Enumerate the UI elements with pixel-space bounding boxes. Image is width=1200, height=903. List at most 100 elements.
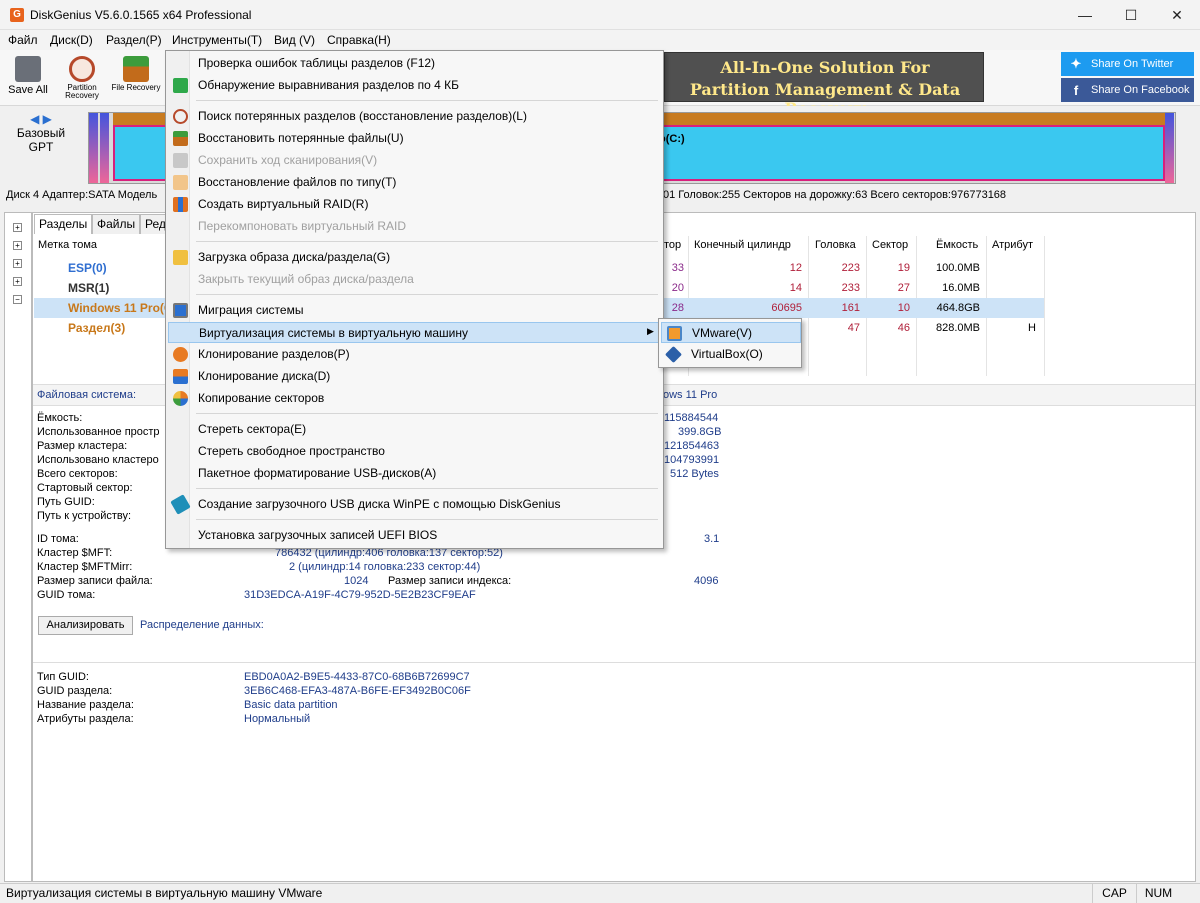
tree-expand-icon[interactable]: +	[13, 223, 22, 232]
submenu-arrow-icon: ▶	[647, 326, 654, 336]
row-head: 223	[841, 262, 860, 274]
row-name: ESP(0)	[68, 261, 107, 275]
facebook-icon: f	[1073, 82, 1079, 98]
menu-item-clone-disk[interactable]: Клонирование диска(D)	[168, 366, 661, 387]
menu-disk[interactable]: Диск(D)	[50, 33, 93, 47]
esp-bar[interactable]	[89, 113, 98, 183]
recovery-bar[interactable]	[1165, 113, 1174, 183]
col-label[interactable]: Метка тома	[38, 239, 97, 251]
menu-item-restore-files[interactable]: Восстановить потерянные файлы(U)	[168, 128, 661, 149]
disk-tree[interactable]: + + + + −	[4, 212, 32, 882]
part-guid-value: 3EB6C468-EFA3-487A-B6FE-EF3492B0C06F	[244, 685, 471, 697]
title-bar: G DiskGenius V5.6.0.1565 x64 Professiona…	[0, 0, 1200, 30]
menu-item-4k-alignment[interactable]: Обнаружение выравнивания разделов по 4 К…	[168, 75, 661, 96]
type-guid-label: Тип GUID:	[37, 671, 89, 683]
maximize-button[interactable]: ☐	[1108, 0, 1154, 30]
menu-item-virtualize-system[interactable]: Виртуализация системы в виртуальную маши…	[168, 322, 661, 343]
status-cap: CAP	[1092, 884, 1136, 903]
index-size-label: Размер записи индекса:	[388, 575, 512, 587]
magnifier-icon	[69, 56, 95, 82]
file-recovery-label: File Recovery	[111, 83, 161, 92]
tab-files[interactable]: Файлы	[92, 214, 141, 234]
menu-item-erase-free-space[interactable]: Стереть свободное пространство	[168, 441, 661, 462]
disk-type-line2: GPT	[28, 140, 54, 154]
menu-file[interactable]: Файл	[8, 33, 38, 47]
menu-item-label: Стереть свободное пространство	[198, 444, 385, 458]
menu-item-erase-sectors[interactable]: Стереть сектора(E)	[168, 419, 661, 440]
row-capacity: 100.0MB	[935, 262, 980, 274]
menu-item-label: Миграция системы	[198, 303, 304, 317]
fs-label: Файловая система:	[37, 389, 137, 401]
menu-item-label: Сохранить ход сканирования(V)	[198, 153, 378, 167]
menu-item-uefi-boot[interactable]: Установка загрузочных записей UEFI BIOS	[168, 525, 661, 546]
tab-partitions[interactable]: Разделы	[34, 214, 93, 234]
next-disk-icon[interactable]: ▶	[43, 112, 52, 126]
vmware-icon	[667, 326, 682, 341]
msr-bar[interactable]	[100, 113, 109, 183]
analyze-button[interactable]: Анализировать	[38, 616, 133, 635]
menu-item-system-migration[interactable]: Миграция системы	[168, 300, 661, 321]
align-icon	[173, 78, 188, 93]
menu-item-clone-partition[interactable]: Клонирование разделов(P)	[168, 344, 661, 365]
row-head: 233	[841, 282, 860, 294]
menu-partition[interactable]: Раздел(P)	[106, 33, 162, 47]
menu-separator	[196, 241, 658, 242]
submenu-item-vmware[interactable]: VMware(V)	[661, 322, 801, 343]
index-size-value: 4096	[694, 575, 719, 587]
tree-expand-icon[interactable]: +	[13, 259, 22, 268]
col-sector[interactable]: Сектор	[872, 239, 908, 251]
menu-item-winpe-usb[interactable]: Создание загрузочного USB диска WinPE с …	[168, 494, 661, 515]
menu-view[interactable]: Вид (V)	[274, 33, 315, 47]
minimize-button[interactable]: —	[1062, 0, 1108, 30]
submenu-item-virtualbox[interactable]: VirtualBox(O)	[661, 344, 801, 365]
disk-nav: ◀ ▶ Базовый GPT	[6, 112, 76, 154]
prev-disk-icon[interactable]: ◀	[30, 112, 39, 126]
virtualbox-icon	[665, 346, 682, 363]
col-capacity[interactable]: Ёмкость	[936, 239, 978, 251]
menu-tools[interactable]: Инструменты(T)	[172, 33, 262, 47]
share-facebook-label: Share On Facebook	[1091, 84, 1190, 96]
col-head[interactable]: Головка	[815, 239, 856, 251]
tree-expand-icon[interactable]: +	[13, 277, 22, 286]
file-type-icon	[173, 175, 188, 190]
share-facebook-button[interactable]: f Share On Facebook	[1061, 78, 1194, 102]
col-attribute[interactable]: Атрибут	[992, 239, 1033, 251]
distribution-label: Распределение данных:	[140, 619, 264, 631]
col-end-cylinder[interactable]: Конечный цилиндр	[694, 239, 791, 251]
save-all-label: Save All	[8, 84, 48, 96]
disk-nav-arrows[interactable]: ◀ ▶	[6, 112, 76, 126]
menu-item-restore-by-type[interactable]: Восстановление файлов по типу(T)	[168, 172, 661, 193]
promo-banner: All-In-One Solution For Partition Manage…	[664, 52, 984, 118]
menu-item-load-image[interactable]: Загрузка образа диска/раздела(G)	[168, 247, 661, 268]
menu-item-label: Стереть сектора(E)	[198, 422, 307, 436]
vol-guid-label: GUID тома:	[37, 589, 96, 601]
menu-separator	[196, 519, 658, 520]
menu-item-create-raid[interactable]: Создать виртуальный RAID(R)	[168, 194, 661, 215]
tree-collapse-icon[interactable]: −	[13, 295, 22, 304]
col-start-sector[interactable]: тор	[664, 239, 681, 251]
status-text: Виртуализация системы в виртуальную маши…	[6, 886, 323, 900]
row-c1: 20	[671, 282, 684, 294]
fs-value: ows 11 Pro	[663, 389, 718, 401]
close-button[interactable]: ✕	[1154, 0, 1200, 30]
save-all-button[interactable]: Save All	[2, 54, 54, 104]
sector-icon	[173, 391, 188, 406]
menu-item-label: Создание загрузочного USB диска WinPE с …	[198, 497, 561, 511]
virtualization-submenu: VMware(V) VirtualBox(O)	[658, 318, 802, 368]
info-value: 399.8GB	[678, 426, 722, 438]
menu-item-label: Копирование секторов	[198, 391, 325, 405]
share-twitter-button[interactable]: ✦ Share On Twitter	[1061, 52, 1194, 76]
file-recovery-button[interactable]: File Recovery	[110, 54, 162, 104]
save-icon	[173, 153, 188, 168]
menu-item-copy-sectors[interactable]: Копирование секторов	[168, 388, 661, 409]
tree-expand-icon[interactable]: +	[13, 241, 22, 250]
menu-help[interactable]: Справка(H)	[327, 33, 391, 47]
usb-icon	[170, 494, 191, 515]
menu-item-label: Клонирование диска(D)	[198, 369, 331, 383]
menu-item-search-lost-partitions[interactable]: Поиск потерянных разделов (восстановлени…	[168, 106, 661, 127]
record-size-label: Размер записи файла:	[37, 575, 153, 587]
menu-item-label: Перекомпоновать виртуальный RAID	[198, 219, 407, 233]
partition-recovery-button[interactable]: Partition Recovery	[56, 54, 108, 104]
menu-item-batch-format-usb[interactable]: Пакетное форматирование USB-дисков(A)	[168, 463, 661, 484]
menu-item-check-partition-table[interactable]: Проверка ошибок таблицы разделов (F12)	[168, 53, 661, 74]
